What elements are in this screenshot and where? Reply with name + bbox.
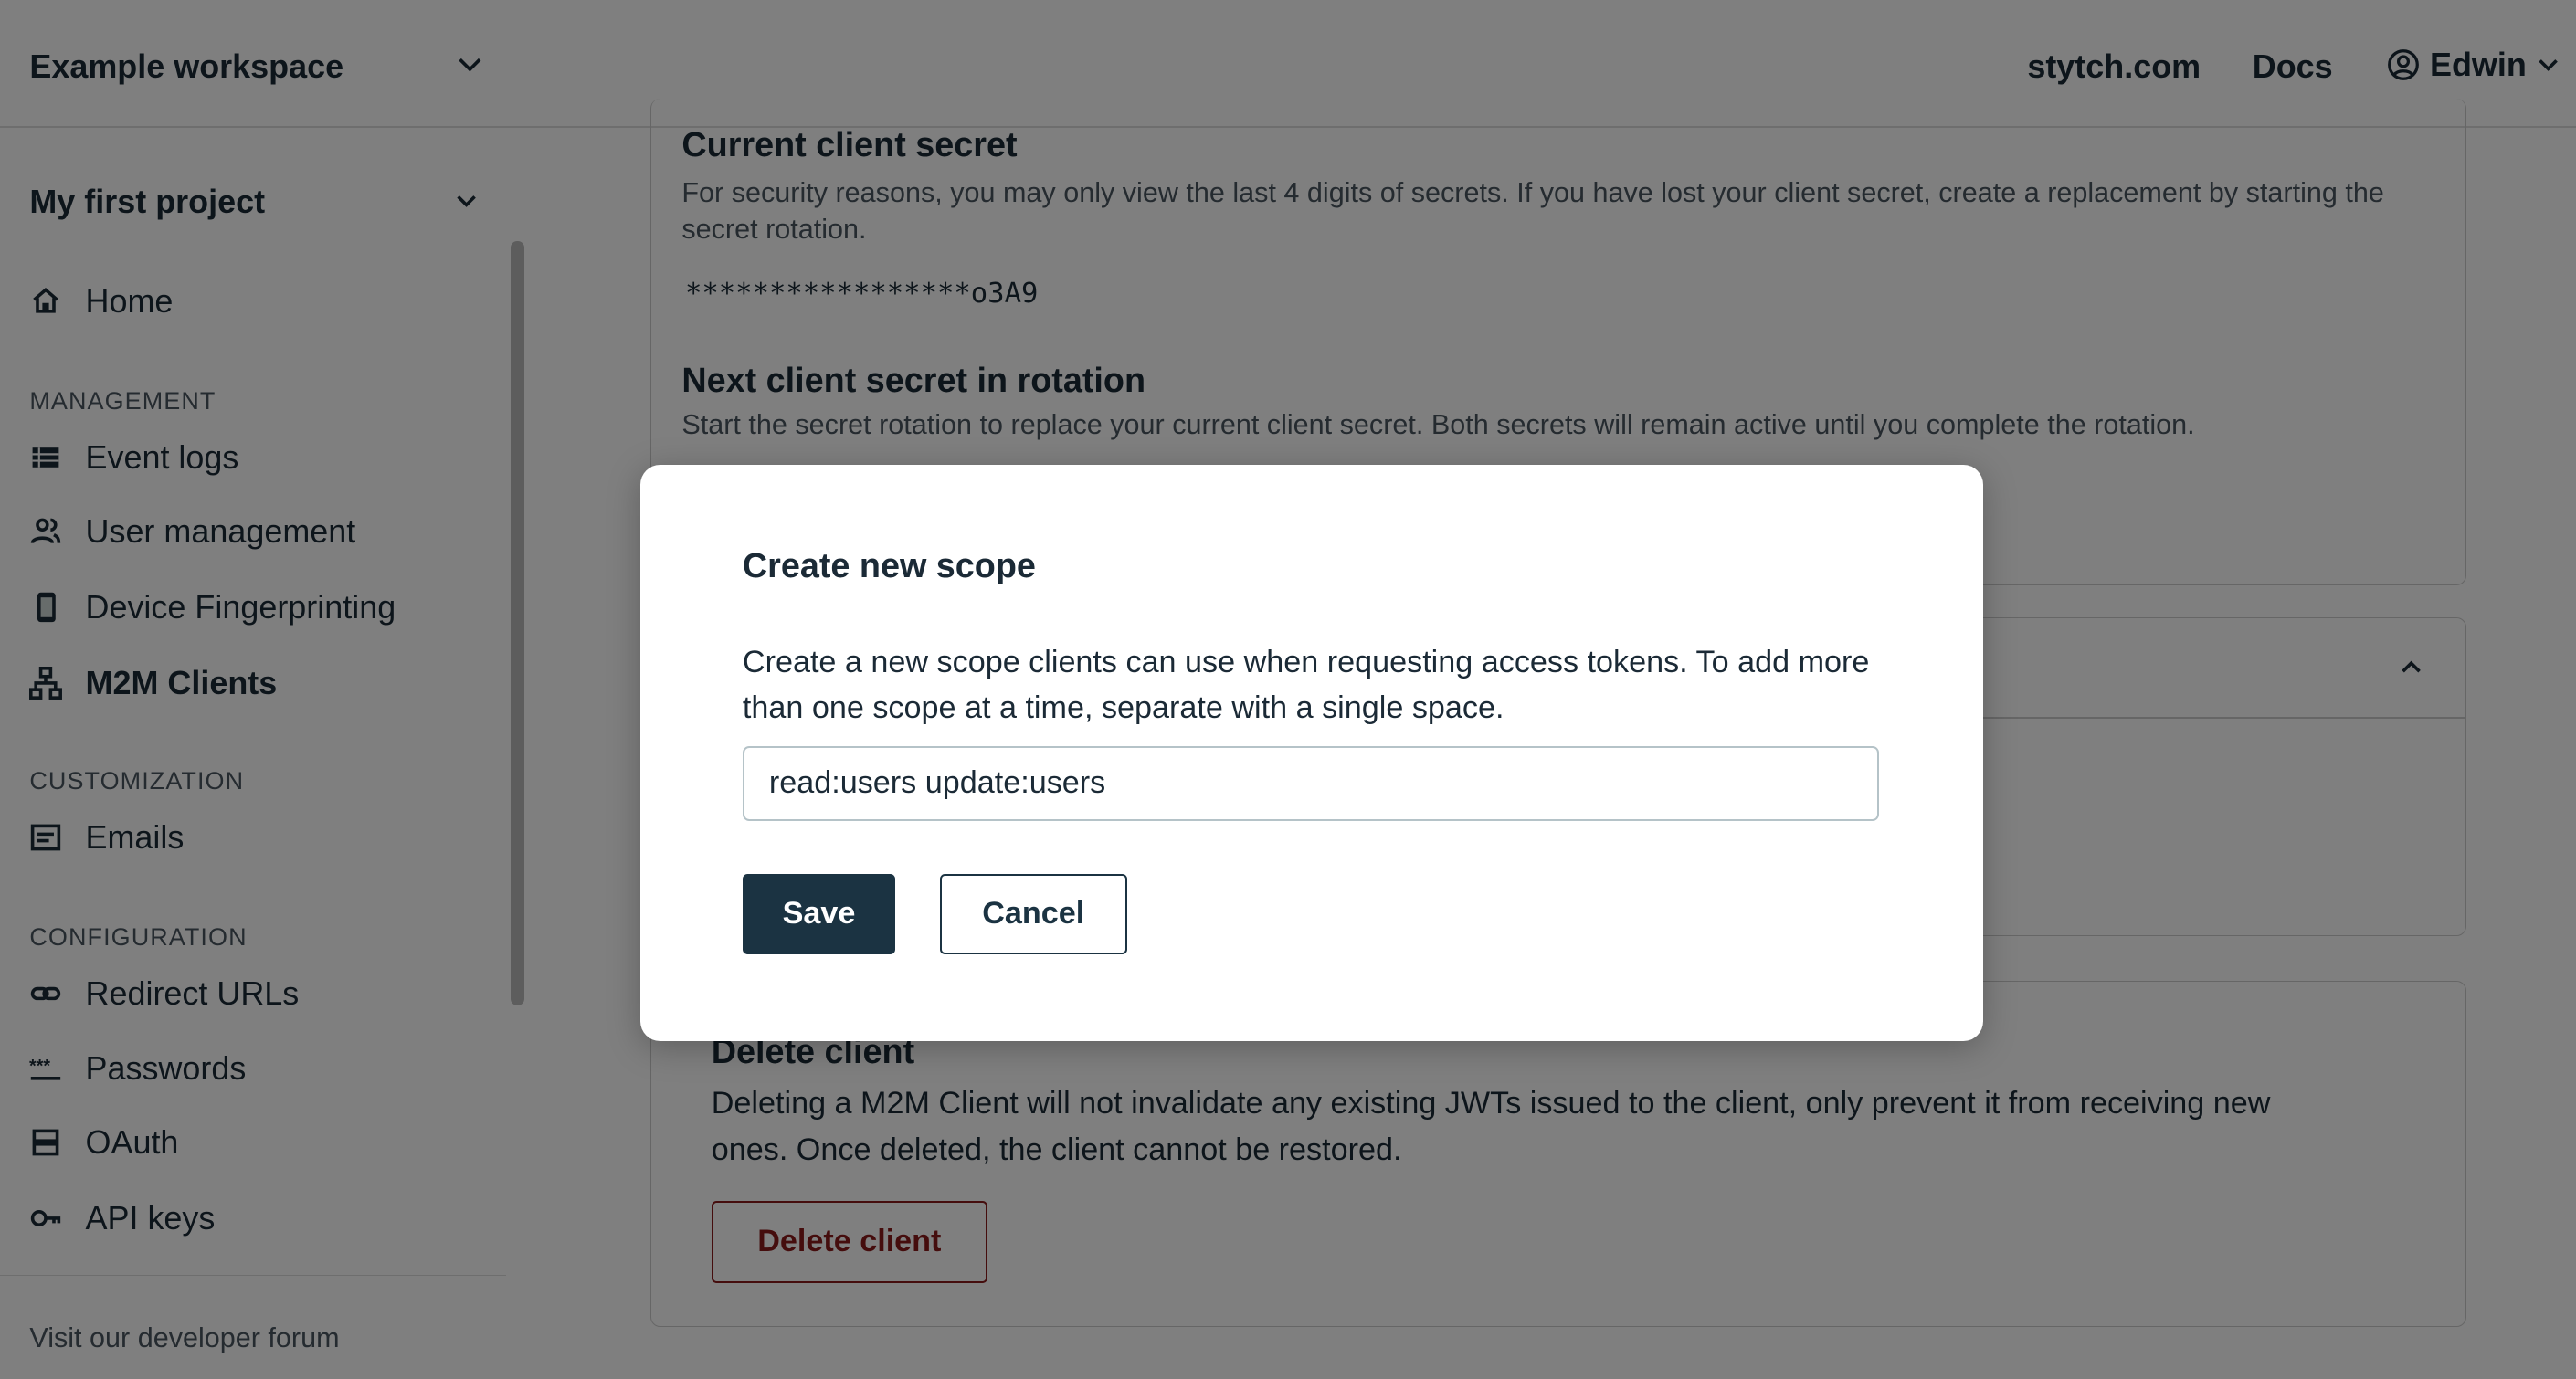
create-scope-modal: Create new scope Create a new scope clie… xyxy=(640,464,1983,1042)
scope-input[interactable] xyxy=(742,745,1880,822)
app-root: Example workspace My first project Home … xyxy=(0,0,2576,1379)
cancel-button[interactable]: Cancel xyxy=(939,873,1127,954)
save-button[interactable]: Save xyxy=(742,873,896,954)
modal-title: Create new scope xyxy=(742,546,1036,585)
modal-desc: Create a new scope clients can use when … xyxy=(742,644,1870,725)
